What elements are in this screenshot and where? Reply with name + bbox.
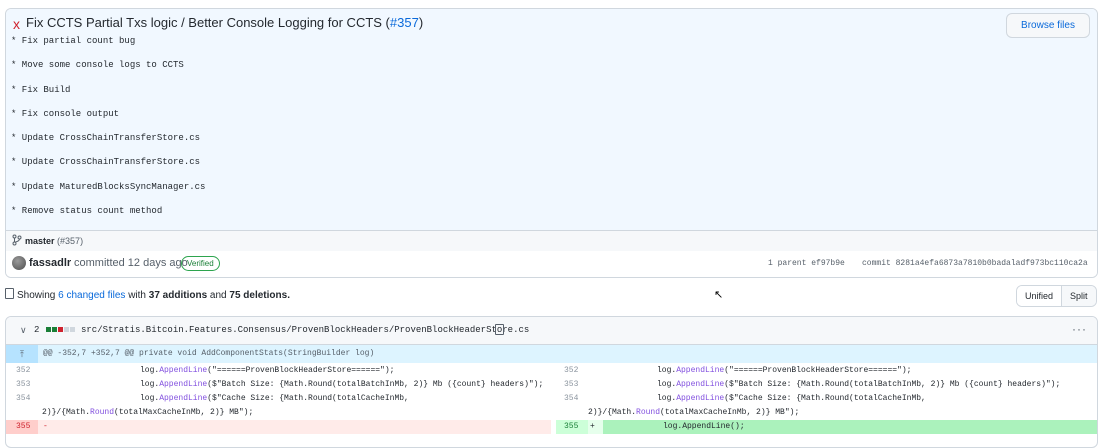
commit-body-line: * Update MaturedBlocksSyncManager.cs xyxy=(11,182,206,192)
changed-files-link[interactable]: 6 changed files xyxy=(58,290,125,301)
file-diff-icon xyxy=(5,288,14,299)
browse-files-button[interactable]: Browse files xyxy=(1006,13,1090,38)
code-left: log.AppendLine($"Cache Size: {Math.Round… xyxy=(140,394,409,403)
code-left: 2)}/{Math.Round(totalMaxCacheInMb, 2)} M… xyxy=(42,408,254,417)
parent-label: 1 parent xyxy=(768,259,807,268)
addition-sign: + xyxy=(590,422,595,431)
commit-body-line: * Move some console logs to CCTS xyxy=(11,60,184,70)
diff-row-changed: 355 - 355 + log.AppendLine(); xyxy=(6,420,1097,434)
deletions-count: 75 deletions. xyxy=(229,290,290,301)
diff-row: 354 log.AppendLine($"Cache Size: {Math.R… xyxy=(6,392,1097,406)
commit-title-suffix: ) xyxy=(418,15,424,30)
diff-row-wrap: 2)}/{Math.Round(totalMaxCacheInMb, 2)} M… xyxy=(6,406,1097,420)
file-header: ∨ 2 src/Stratis.Bitcoin.Features.Consens… xyxy=(6,317,1097,345)
expand-up-icon[interactable]: ⤒ xyxy=(6,345,38,363)
code-right: log.AppendLine($"Cache Size: {Math.Round… xyxy=(657,394,926,403)
branch-name[interactable]: master xyxy=(25,236,55,246)
deletion-sign: - xyxy=(43,422,48,431)
line-number[interactable]: 354 xyxy=(564,394,578,403)
more-options-icon[interactable]: ··· xyxy=(1072,322,1087,336)
code-right: 2)}/{Math.Round(totalMaxCacheInMb, 2)} M… xyxy=(588,408,800,417)
line-number[interactable]: 353 xyxy=(564,380,578,389)
author-name[interactable]: fassadlr xyxy=(29,257,71,269)
commit-body-line: * Update CrossChainTransferStore.cs xyxy=(11,157,201,167)
failed-status-icon[interactable]: x xyxy=(13,16,20,32)
diff-row: 352 log.AppendLine("======ProvenBlockHea… xyxy=(6,364,1097,378)
line-number[interactable]: 353 xyxy=(16,380,30,389)
commit-label: commit xyxy=(862,259,891,268)
commit-time: committed 12 days ago xyxy=(74,257,188,269)
commit-body-line: * Fix console output xyxy=(11,109,120,119)
commit-sha: 8281a4efa6873a7810b0badaladf973bc110ca2a xyxy=(895,259,1088,268)
summary-and: and xyxy=(209,290,227,301)
verified-badge[interactable]: Verified xyxy=(181,256,220,271)
code-right: log.AppendLine(); xyxy=(663,422,745,431)
parent-info: 1 parent ef97b9e xyxy=(768,259,845,268)
commit-body-line: * Fix partial count bug xyxy=(11,36,136,46)
hunk-header: ⤒ @@ -352,7 +352,7 @@ private void AddCo… xyxy=(6,345,1097,363)
code-right: log.AppendLine("======ProvenBlockHeaderS… xyxy=(657,366,912,375)
collapse-chevron-icon[interactable]: ∨ xyxy=(20,325,27,336)
change-count: 2 xyxy=(34,325,40,335)
code-left: log.AppendLine("======ProvenBlockHeaderS… xyxy=(140,366,395,375)
line-number[interactable]: 354 xyxy=(16,394,30,403)
split-view-button[interactable]: Split xyxy=(1062,286,1096,306)
diff-view-toggle: Unified Split xyxy=(1016,285,1097,307)
summary-with: with xyxy=(128,290,146,301)
mouse-cursor-icon: ↖ xyxy=(714,289,724,301)
line-number[interactable]: 355 xyxy=(16,422,30,431)
code-left: log.AppendLine($"Batch Size: {Math.Round… xyxy=(140,380,544,389)
diffstat-icon xyxy=(46,327,75,332)
copy-path-icon[interactable] xyxy=(495,324,504,335)
commit-title-text: Fix CCTS Partial Txs logic / Better Cons… xyxy=(26,15,390,30)
code-right: log.AppendLine($"Batch Size: {Math.Round… xyxy=(657,380,1061,389)
commit-card: x Fix CCTS Partial Txs logic / Better Co… xyxy=(5,8,1098,278)
commit-body-line: * Remove status count method xyxy=(11,206,163,216)
unified-view-button[interactable]: Unified xyxy=(1017,286,1063,306)
avatar[interactable] xyxy=(12,256,26,270)
branch-pr[interactable]: (#357) xyxy=(57,236,83,246)
additions-count: 37 additions xyxy=(148,290,208,301)
commit-info: commit 8281a4efa6873a7810b0badaladf973bc… xyxy=(862,259,1088,268)
diff-row: 353 log.AppendLine($"Batch Size: {Math.R… xyxy=(6,378,1097,392)
line-number[interactable]: 352 xyxy=(16,366,30,375)
commit-body-line: * Update CrossChainTransferStore.cs xyxy=(11,133,201,143)
commit-header: x Fix CCTS Partial Txs logic / Better Co… xyxy=(6,9,1097,230)
author-row: fassadlr committed 12 days ago Verified … xyxy=(6,251,1097,277)
summary-showing: Showing xyxy=(17,290,56,301)
parent-sha[interactable]: ef97b9e xyxy=(811,259,845,268)
git-branch-icon xyxy=(12,234,22,246)
file-path[interactable]: src/Stratis.Bitcoin.Features.Consensus/P… xyxy=(81,325,529,335)
hunk-header-text: @@ -352,7 +352,7 @@ private void AddComp… xyxy=(43,349,375,358)
branch-row: master (#357) xyxy=(6,230,1097,252)
branch-label: master (#357) xyxy=(25,236,83,246)
commit-body-line: * Fix Build xyxy=(11,85,71,95)
pr-link[interactable]: #357 xyxy=(390,15,419,30)
file-diff: ∨ 2 src/Stratis.Bitcoin.Features.Consens… xyxy=(5,316,1098,448)
line-number[interactable]: 355 xyxy=(564,422,578,431)
line-number[interactable]: 352 xyxy=(564,366,578,375)
diff-summary: Showing 6 changed files with 37 addition… xyxy=(5,288,290,301)
commit-title: Fix CCTS Partial Txs logic / Better Cons… xyxy=(26,15,423,30)
